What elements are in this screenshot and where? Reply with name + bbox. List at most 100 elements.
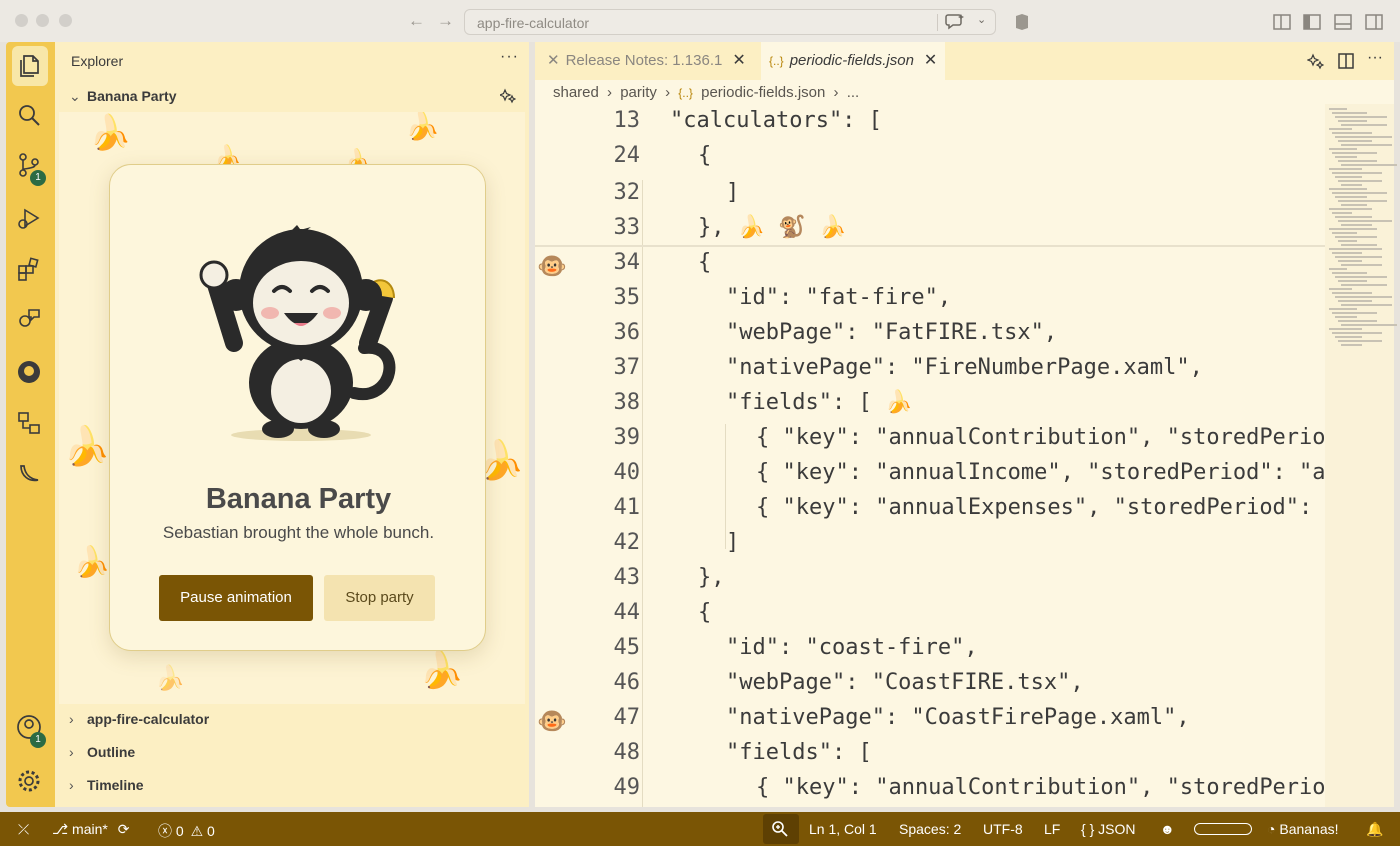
toggle-panel-icon[interactable] <box>1333 12 1353 32</box>
close-icon[interactable]: ✕ <box>924 52 937 69</box>
tab-periodic-fields[interactable]: {..} periodic-fields.json ✕ <box>761 42 946 80</box>
section-app-fire-calculator[interactable]: › app-fire-calculator <box>69 711 209 727</box>
code-line: 49 { "key": "annualContribution", "stored… <box>535 775 1326 807</box>
section-banana-party[interactable]: ⌄ Banana Party <box>69 88 176 105</box>
editor: ✕ Release Notes: 1.136.1 ✕ {..} periodic-fi… <box>535 42 1397 807</box>
chevron-right-icon: › <box>69 711 74 727</box>
tab-label: Release Notes: 1.136.1 <box>565 52 723 69</box>
tab-label: periodic-fields.json <box>789 52 914 69</box>
language-mode[interactable]: { } JSON <box>1081 821 1135 837</box>
line-number: 35 <box>613 285 641 310</box>
banana-icon[interactable] <box>16 460 46 490</box>
back-arrow-icon[interactable]: ← <box>408 11 425 31</box>
chat-agent-icon[interactable] <box>16 307 46 337</box>
minimap-line <box>1329 168 1362 170</box>
monkey-gutter-icon[interactable]: 🐵 <box>537 252 567 281</box>
run-debug-icon[interactable] <box>16 205 46 235</box>
minimize-window-button[interactable] <box>36 14 49 27</box>
forward-arrow-icon[interactable]: → <box>437 11 454 31</box>
toggle-primary-sidebar-icon[interactable] <box>1302 12 1322 32</box>
close-icon[interactable]: ✕ <box>732 52 745 69</box>
banana-decoration: 🍌 <box>63 426 111 468</box>
remote-explorer-icon[interactable] <box>16 410 46 440</box>
code-line: 40 { "key": "annualIncome", "storedPeriod… <box>535 460 1326 495</box>
more-actions-icon[interactable]: ··· <box>500 48 519 66</box>
section-label: Banana Party <box>87 88 177 104</box>
bananas-label: Bananas! <box>1279 821 1339 837</box>
search-icon[interactable] <box>16 102 46 132</box>
source-control-icon[interactable]: 1 <box>16 152 46 186</box>
sync-icon[interactable]: ⟳ <box>118 821 130 837</box>
section-timeline[interactable]: › Timeline <box>69 777 144 793</box>
indentation[interactable]: Spaces: 2 <box>899 821 961 837</box>
branch-indicator[interactable]: ⎇ main* ⟳ <box>52 821 129 838</box>
breadcrumb-item[interactable]: shared <box>553 84 599 101</box>
tab-release-notes[interactable]: ✕ Release Notes: 1.136.1 ✕ <box>547 42 746 80</box>
line-number: 39 <box>613 425 641 450</box>
close-window-button[interactable] <box>15 14 28 27</box>
split-editor-icon[interactable] <box>1337 52 1355 70</box>
cursor-position[interactable]: Ln 1, Col 1 <box>809 821 877 837</box>
zoom-button[interactable] <box>763 814 799 844</box>
gear-icon[interactable] <box>16 768 46 798</box>
minimap-line <box>1335 276 1387 278</box>
breadcrumb-item[interactable]: periodic-fields.json <box>701 84 825 101</box>
monkey-gutter-icon[interactable]: 🐵 <box>537 707 567 736</box>
copilot-icon[interactable] <box>1012 12 1032 32</box>
activity-bar: 1 1 <box>6 42 55 807</box>
breadcrumb-item[interactable]: parity <box>620 84 657 101</box>
command-center[interactable]: app-fire-calculator ⌄ <box>464 9 996 35</box>
chevron-down-icon[interactable]: ⌄ <box>977 13 986 26</box>
breadcrumb: shared › parity › {..} periodic-fields.j… <box>553 84 863 101</box>
line-ending[interactable]: LF <box>1044 821 1060 837</box>
line-number: 45 <box>613 635 641 660</box>
code-text: ] <box>726 530 740 555</box>
extensions-icon[interactable] <box>16 256 46 286</box>
line-number: 49 <box>613 775 641 800</box>
party-slider[interactable] <box>1194 823 1252 835</box>
toggle-secondary-sidebar-icon[interactable] <box>1364 12 1384 32</box>
minimap-line <box>1338 320 1377 322</box>
section-outline[interactable]: › Outline <box>69 744 135 760</box>
line-number: 13 <box>613 108 641 133</box>
explorer-icon[interactable] <box>12 46 48 86</box>
party-subtitle: Sebastian brought the whole bunch. <box>162 523 435 542</box>
minimap-line <box>1332 212 1352 214</box>
code-line: 41 { "key": "annualExpenses", "storedPeri… <box>535 495 1325 530</box>
error-icon: ⓧ <box>158 823 172 839</box>
github-icon[interactable] <box>16 359 46 389</box>
code-line: 33}, 🍌 🐒 🍌 <box>535 215 1325 250</box>
encoding[interactable]: UTF-8 <box>983 821 1023 837</box>
copilot-icon[interactable]: ☻ <box>1160 821 1175 837</box>
sparkle-icon[interactable] <box>500 88 516 104</box>
code-text: "webPage": "CoastFIRE.tsx", <box>726 670 1084 695</box>
source-control-badge: 1 <box>30 170 46 186</box>
json-icon: {..} <box>678 86 693 100</box>
pause-animation-button[interactable]: Pause animation <box>159 575 313 621</box>
zoom-window-button[interactable] <box>59 14 72 27</box>
tab-bar: ✕ Release Notes: 1.136.1 ✕ {..} periodic-fi… <box>535 42 1394 80</box>
banana-decoration: 🍌 <box>73 546 111 579</box>
section-label: app-fire-calculator <box>87 711 210 727</box>
code-editor[interactable]: 13 "calculators": [24{32] 33}, 🍌 🐒 🍌 34{35 "… <box>535 108 1325 807</box>
notifications-icon[interactable]: 🔔 <box>1366 821 1383 838</box>
code-text: ] <box>726 180 740 205</box>
chat-icon[interactable] <box>945 13 965 31</box>
minimap[interactable] <box>1325 104 1397 807</box>
breadcrumb-item[interactable]: ... <box>847 84 860 101</box>
party-title: Banana Party <box>205 483 392 515</box>
minimap-line <box>1341 344 1362 346</box>
code-text: "webPage": "FatFIRE.tsx", <box>726 320 1058 345</box>
customize-layout-icon[interactable] <box>1272 12 1292 32</box>
breadcrumb-separator: › <box>833 84 839 101</box>
minimap-line <box>1335 316 1357 318</box>
bananas-status[interactable]: ◔ Bananas! <box>1267 821 1339 837</box>
sparkle-icon[interactable] <box>1307 53 1324 70</box>
problems-indicator[interactable]: ⓧ 0 ⚠ 0 <box>158 821 215 841</box>
remote-icon[interactable]: ⤫ <box>18 821 29 838</box>
stop-party-button[interactable]: Stop party <box>324 575 435 621</box>
accounts-icon[interactable]: 1 <box>16 714 46 748</box>
braces-icon: { } <box>1081 821 1095 837</box>
code-text: "nativePage": "FireNumberPage.xaml", <box>726 355 1203 380</box>
more-actions-icon[interactable]: ··· <box>1367 49 1383 67</box>
